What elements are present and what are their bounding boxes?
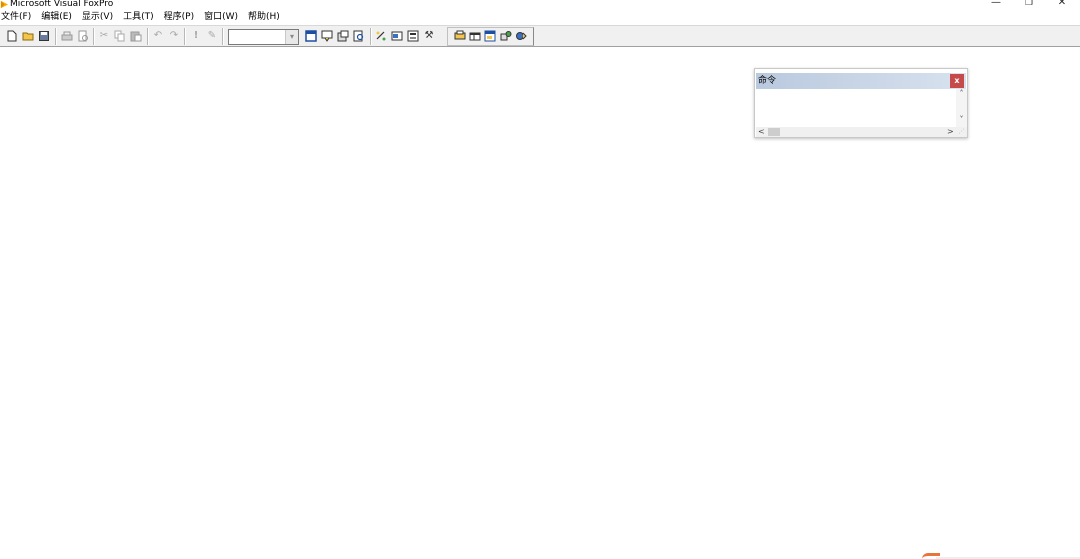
toolbar-separator	[93, 28, 95, 45]
report-wizard-icon[interactable]	[390, 29, 404, 43]
toolbar-separator	[184, 28, 186, 45]
scrollbar-thumb[interactable]	[768, 128, 780, 136]
window-title: Microsoft Visual FoxPro	[10, 0, 114, 9]
scroll-left-icon[interactable]: <	[758, 127, 766, 137]
command-window: 命令 x ˄ ˅ < > ⋰	[754, 68, 968, 138]
view-window-icon[interactable]	[320, 29, 334, 43]
open-folder-icon[interactable]	[21, 29, 35, 43]
close-button[interactable]: ✕	[1053, 0, 1071, 9]
standard-toolbar: ✂ ↶ ↷ ! ✎ ▾ ⚒	[0, 25, 1080, 47]
menu-view[interactable]: 显示(V)	[82, 11, 113, 23]
chevron-down-icon[interactable]: ▾	[285, 30, 298, 44]
redo-icon[interactable]: ↷	[167, 29, 181, 43]
menu-bar: 文件(F) 编辑(E) 显示(V) 工具(T) 程序(P) 窗口(W) 帮助(H…	[0, 11, 1080, 23]
foxpro-app-icon	[0, 0, 9, 9]
modify-form-icon[interactable]: ✎	[205, 29, 219, 43]
resize-grip-icon[interactable]: ⋰	[956, 127, 967, 137]
refresh-icon[interactable]	[514, 29, 528, 43]
data-session-icon[interactable]	[336, 29, 350, 43]
menu-file[interactable]: 文件(F)	[1, 11, 31, 23]
form-wizard-icon[interactable]	[374, 29, 388, 43]
command-input-area[interactable]	[756, 89, 956, 127]
database-icon[interactable]	[453, 29, 467, 43]
command-window-title: 命令	[758, 76, 777, 86]
menu-program[interactable]: 程序(P)	[164, 11, 194, 23]
undo-icon[interactable]: ↶	[151, 29, 165, 43]
toolbar-separator	[55, 28, 57, 45]
save-icon[interactable]	[37, 29, 51, 43]
connection-icon[interactable]	[499, 29, 513, 43]
run-icon[interactable]: !	[189, 29, 203, 43]
menu-help[interactable]: 帮助(H)	[248, 11, 280, 23]
toolbox-icon[interactable]: ⚒	[422, 29, 436, 43]
toolbar-separator	[147, 28, 149, 45]
menu-window[interactable]: 窗口(W)	[204, 11, 238, 23]
print-preview-icon[interactable]	[76, 29, 90, 43]
menu-tools[interactable]: 工具(T)	[123, 11, 154, 23]
paste-icon[interactable]	[129, 29, 143, 43]
copy-icon[interactable]	[113, 29, 127, 43]
print-icon[interactable]	[60, 29, 74, 43]
table-icon[interactable]	[468, 29, 482, 43]
code-references-icon[interactable]	[352, 29, 366, 43]
database-selector[interactable]: ▾	[228, 29, 299, 45]
menu-edit[interactable]: 编辑(E)	[41, 11, 72, 23]
title-bar: Microsoft Visual FoxPro — ❐ ✕	[0, 0, 1080, 10]
cut-icon[interactable]: ✂	[97, 29, 111, 43]
command-window-close-button[interactable]: x	[950, 74, 964, 88]
new-file-icon[interactable]	[5, 29, 19, 43]
scroll-up-icon[interactable]: ˄	[956, 89, 967, 99]
query-icon[interactable]	[483, 29, 497, 43]
autoform-icon[interactable]	[406, 29, 420, 43]
toolbar-separator	[370, 28, 372, 45]
scroll-right-icon[interactable]: >	[947, 127, 955, 137]
command-window-titlebar[interactable]: 命令 x	[756, 73, 966, 89]
command-window-icon[interactable]	[304, 29, 318, 43]
database-toolbar-group	[447, 27, 534, 46]
minimize-button[interactable]: —	[987, 0, 1005, 9]
toolbar-separator	[222, 28, 224, 45]
horizontal-scrollbar[interactable]: < >	[756, 127, 956, 137]
restore-button[interactable]: ❐	[1020, 0, 1038, 9]
vertical-scrollbar[interactable]: ˄ ˅	[956, 89, 967, 127]
scroll-down-icon[interactable]: ˅	[956, 115, 967, 125]
